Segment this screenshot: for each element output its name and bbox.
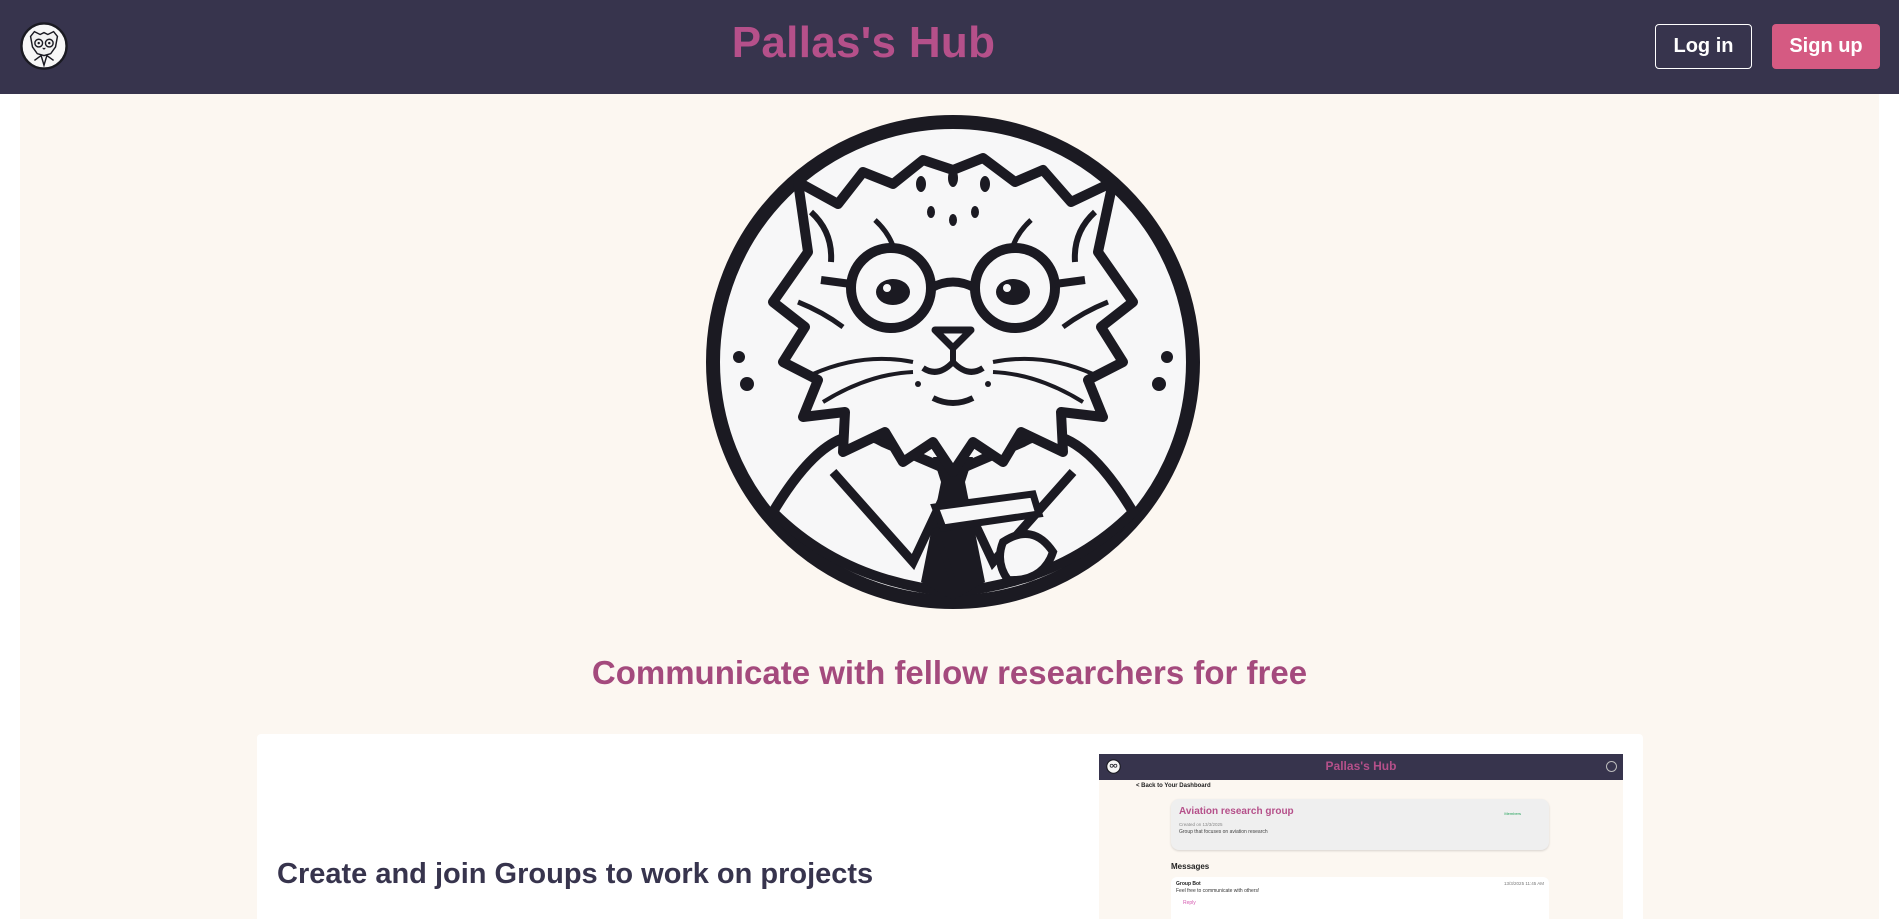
site-title: Pallas's Hub xyxy=(731,18,996,67)
preview-group-badge: Members xyxy=(1504,811,1521,816)
preview-message-time: 13/3/2025 11:45 AM xyxy=(1504,881,1544,886)
preview-group-card: Aviation research group Members Created … xyxy=(1171,799,1549,850)
preview-messages-heading: Messages xyxy=(1171,862,1210,871)
login-button[interactable]: Log in xyxy=(1655,24,1752,69)
preview-back-link: < Back to Your Dashboard xyxy=(1136,783,1211,789)
feature-card-groups: Create and join Groups to work on projec… xyxy=(257,734,1643,919)
main-content: Communicate with fellow researchers for … xyxy=(20,94,1879,919)
preview-group-created: Created on 13/3/2025 xyxy=(1179,822,1223,827)
preview-title: Pallas's Hub xyxy=(1325,759,1397,773)
preview-navbar: Pallas's Hub xyxy=(1099,754,1623,780)
app-preview-screenshot: Pallas's Hub < Back to Your Dashboard Av… xyxy=(1099,754,1623,919)
preview-message-text: Feel free to communicate with others! xyxy=(1176,888,1260,894)
preview-message-author: Group Bot xyxy=(1176,881,1201,887)
feature-heading: Create and join Groups to work on projec… xyxy=(277,858,874,890)
hero-tagline: Communicate with fellow researchers for … xyxy=(591,654,1308,691)
preview-group-name: Aviation research group xyxy=(1179,806,1294,817)
pallas-cat-scholar-illustration xyxy=(706,115,1200,609)
signup-button[interactable]: Sign up xyxy=(1772,24,1880,69)
preview-group-description: Group that focuses on aviation research xyxy=(1179,829,1268,835)
preview-reply-link: Reply xyxy=(1183,900,1196,906)
top-navbar: Pallas's Hub Log in Sign up xyxy=(0,0,1899,94)
preview-message-card: Group Bot 13/3/2025 11:45 AM Feel free t… xyxy=(1171,877,1549,919)
preview-user-icon xyxy=(1606,761,1617,772)
